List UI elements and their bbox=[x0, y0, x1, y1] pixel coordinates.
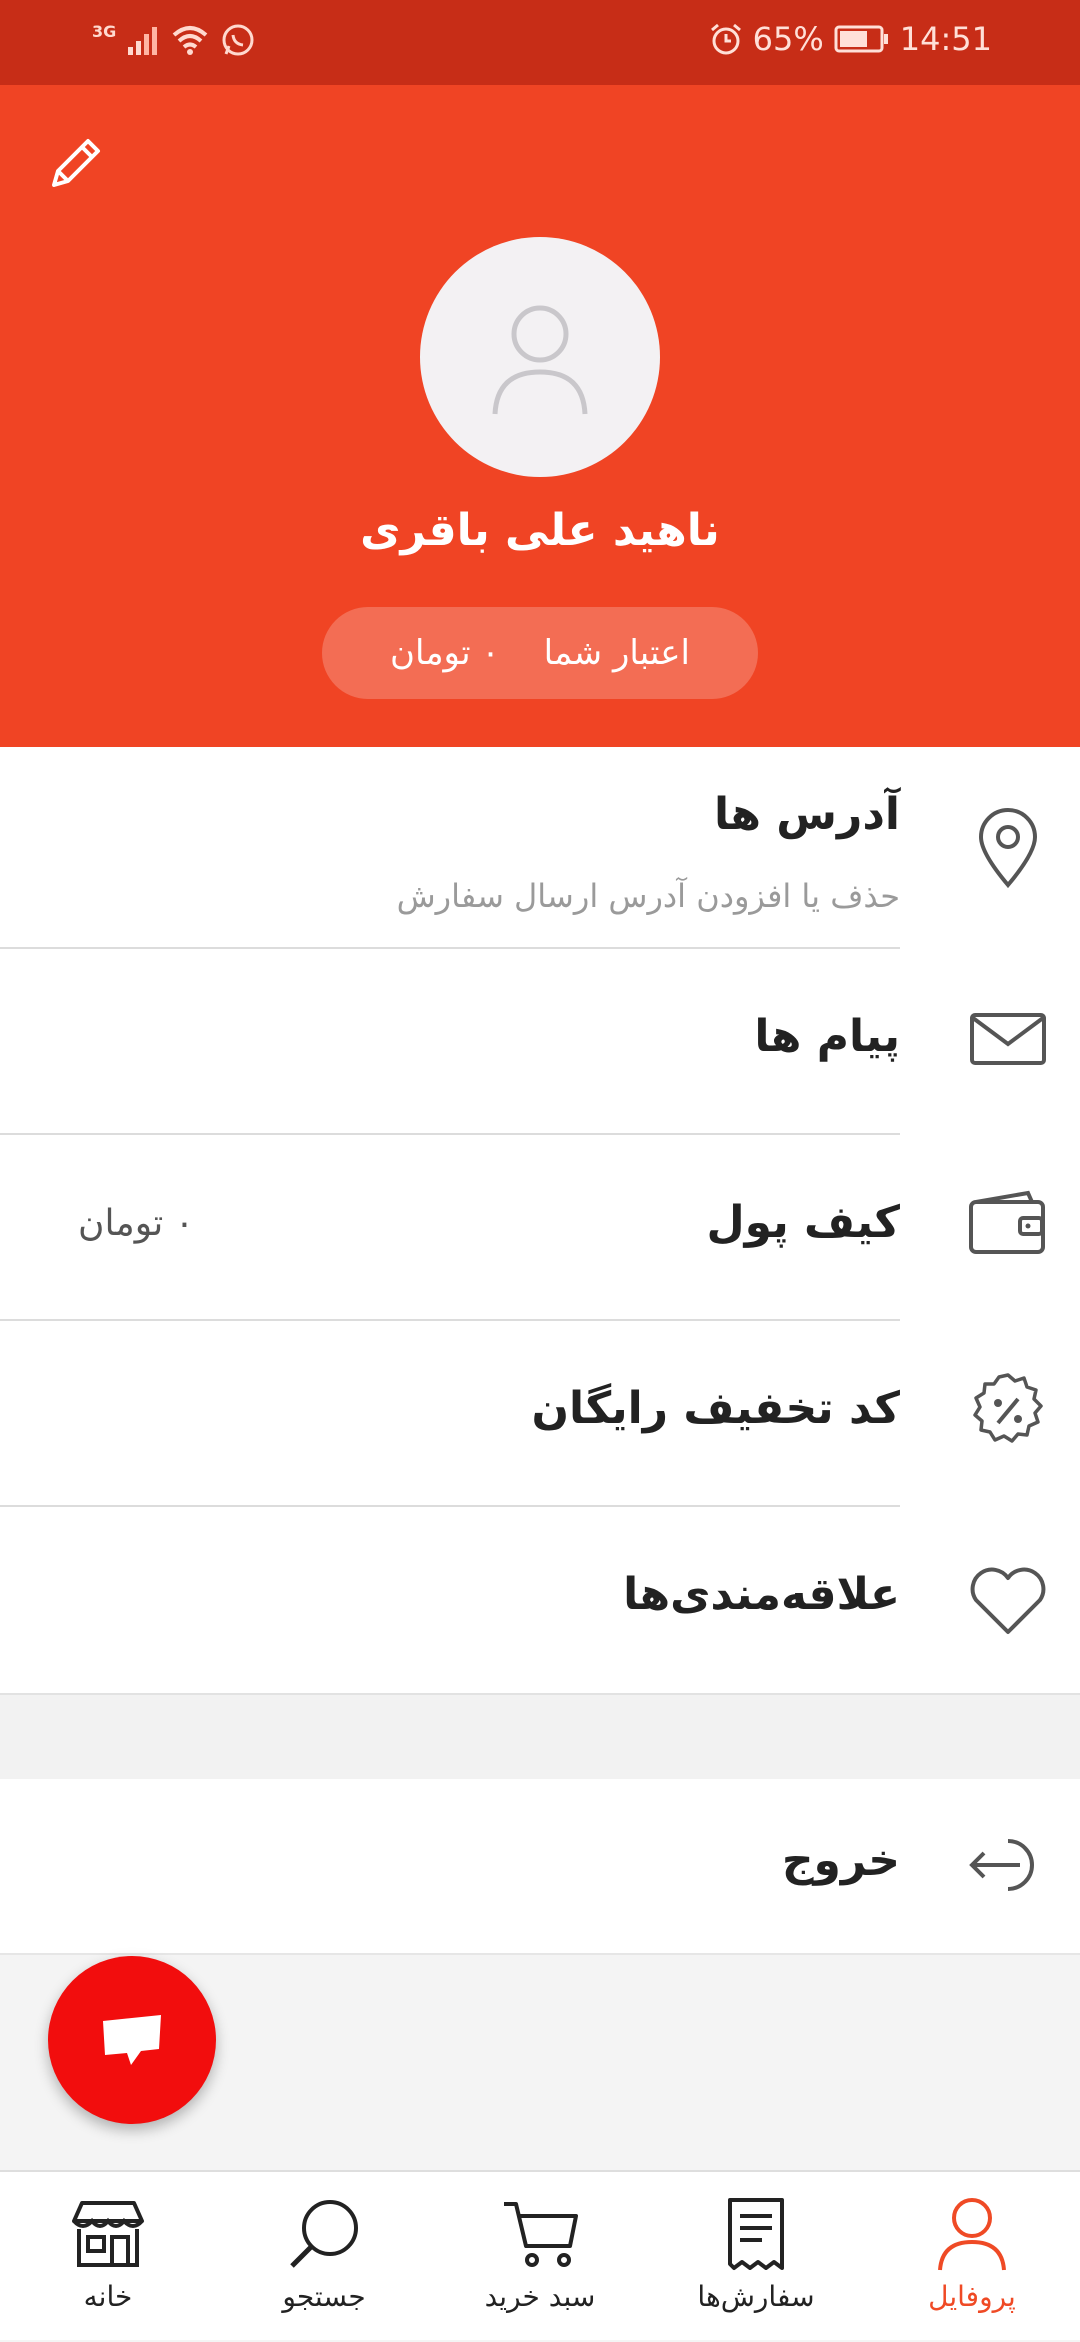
menu-subtitle-addresses: حذف یا افزودن آدرس ارسال سفارش bbox=[396, 877, 900, 915]
status-bar: 3G 65% 14:51 bbox=[0, 0, 1080, 85]
nav-item-orders[interactable]: سفارش‌ها bbox=[648, 2172, 864, 2342]
avatar[interactable] bbox=[420, 237, 660, 477]
nav-label-profile: پروفایل bbox=[928, 2280, 1016, 2313]
bottom-navigation: خانه جستجو سبد خرید سفارش‌ها bbox=[0, 2170, 1080, 2340]
discount-badge-icon bbox=[966, 1369, 1050, 1453]
search-icon bbox=[284, 2194, 364, 2274]
status-right: 65% 14:51 bbox=[709, 20, 992, 58]
section-spacer bbox=[0, 1693, 1080, 1779]
envelope-icon bbox=[966, 997, 1050, 1081]
edit-profile-button[interactable] bbox=[44, 131, 108, 195]
chat-icon bbox=[103, 2015, 161, 2065]
logout-label: خروج bbox=[781, 1835, 900, 1886]
location-pin-icon bbox=[966, 805, 1050, 889]
nav-label-orders: سفارش‌ها bbox=[697, 2280, 815, 2313]
status-left: 3G bbox=[92, 22, 256, 58]
menu-item-messages[interactable]: پیام ها bbox=[0, 949, 1080, 1135]
alarm-icon bbox=[710, 23, 741, 55]
wallet-icon bbox=[966, 1181, 1050, 1265]
user-icon bbox=[492, 305, 588, 415]
nav-item-search[interactable]: جستجو bbox=[216, 2172, 432, 2342]
profile-icon bbox=[932, 2194, 1012, 2274]
menu-label-favorites: علاقه‌مندی‌ها bbox=[623, 1569, 900, 1620]
menu-list: آدرس ها حذف یا افزودن آدرس ارسال سفارش پ… bbox=[0, 747, 1080, 1693]
wifi-icon bbox=[172, 26, 208, 55]
logout-item[interactable]: خروج bbox=[0, 1779, 1080, 1955]
logout-icon bbox=[966, 1823, 1050, 1907]
menu-label-discount: کد تخفیف رایگان bbox=[531, 1383, 901, 1434]
credit-pill: اعتبار شما ۰ تومان bbox=[322, 607, 758, 699]
clock: 14:51 bbox=[899, 20, 992, 58]
heart-icon bbox=[966, 1559, 1050, 1643]
chat-fab-button[interactable] bbox=[48, 1956, 216, 2124]
nav-label-cart: سبد خرید bbox=[484, 2280, 596, 2313]
nav-label-home: خانه bbox=[83, 2280, 133, 2313]
whatsapp-icon bbox=[222, 24, 254, 56]
store-icon bbox=[68, 2194, 148, 2274]
battery-percent: 65% bbox=[752, 20, 824, 58]
menu-label-addresses: آدرس ها bbox=[713, 789, 900, 840]
nav-item-cart[interactable]: سبد خرید bbox=[432, 2172, 648, 2342]
signal-icon bbox=[128, 27, 158, 55]
menu-label-wallet: کیف پول bbox=[706, 1197, 900, 1248]
menu-item-discount-code[interactable]: کد تخفیف رایگان bbox=[0, 1321, 1080, 1507]
menu-item-addresses[interactable]: آدرس ها حذف یا افزودن آدرس ارسال سفارش bbox=[0, 747, 1080, 933]
menu-item-wallet[interactable]: کیف پول ۰ تومان bbox=[0, 1135, 1080, 1321]
receipt-icon bbox=[716, 2194, 796, 2274]
user-name: ناهید علی باقری bbox=[360, 505, 720, 556]
pencil-icon bbox=[52, 139, 100, 187]
wallet-balance: ۰ تومان bbox=[78, 1203, 195, 1244]
battery-icon bbox=[834, 25, 888, 53]
nav-item-profile[interactable]: پروفایل bbox=[864, 2172, 1080, 2342]
menu-item-favorites[interactable]: علاقه‌مندی‌ها bbox=[0, 1507, 1080, 1693]
menu-label-messages: پیام ها bbox=[754, 1011, 900, 1062]
cart-icon bbox=[500, 2194, 580, 2274]
credit-label: اعتبار شما bbox=[543, 633, 690, 673]
network-type: 3G bbox=[92, 21, 117, 41]
nav-label-search: جستجو bbox=[282, 2280, 366, 2313]
nav-item-home[interactable]: خانه bbox=[0, 2172, 216, 2342]
profile-header: ناهید علی باقری اعتبار شما ۰ تومان bbox=[0, 85, 1080, 747]
credit-value: ۰ تومان bbox=[390, 633, 500, 673]
